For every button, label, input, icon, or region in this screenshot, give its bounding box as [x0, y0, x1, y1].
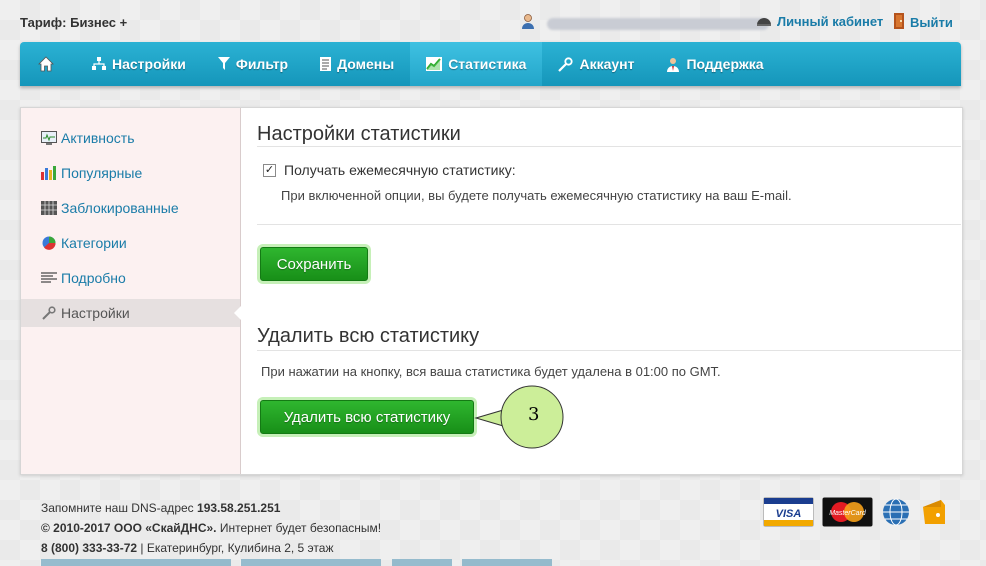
personal-cabinet-link[interactable]: Личный кабинет — [756, 13, 883, 30]
footer: Запомните наш DNS-адрес 193.58.251.251 ©… — [41, 498, 381, 558]
user-info[interactable] — [520, 13, 769, 34]
settings-title: Настройки статистики — [257, 123, 461, 145]
footer-address: | Екатеринбург, Кулибина 2, 5 этаж — [140, 541, 334, 555]
footer-links-cutoff — [41, 556, 601, 566]
sidebar-item-label: Категории — [61, 235, 127, 251]
cabinet-label: Личный кабинет — [777, 14, 884, 29]
step-callout-bubble — [474, 385, 564, 449]
step-callout-number: 3 — [528, 404, 540, 425]
main-nav: Настройки Фильтр Домены Статистика Аккау… — [20, 42, 961, 86]
nav-domains[interactable]: Домены — [304, 42, 410, 86]
nav-settings-label: Настройки — [112, 56, 186, 72]
webmoney-icon — [883, 498, 909, 526]
footer-contact-line: 8 (800) 333-33-72 | Екатеринбург, Кулиби… — [41, 538, 381, 558]
sidebar-item-label: Подробно — [61, 270, 126, 286]
footer-dns-line: Запомните наш DNS-адрес 193.58.251.251 — [41, 498, 381, 518]
sidebar-item-label: Настройки — [61, 305, 130, 321]
top-bar: Тариф: Бизнес + Личный кабинет Выйти — [0, 0, 986, 42]
delete-title: Удалить всю статистику — [257, 325, 480, 347]
stats-sidebar: Активность Популярные Заблокированные Ка… — [21, 108, 241, 474]
pie-chart-icon — [42, 236, 56, 250]
nav-filter-label: Фильтр — [235, 56, 289, 72]
sidebar-item-popular[interactable]: Популярные — [21, 159, 240, 187]
list-lines-icon — [41, 272, 57, 283]
footer-link[interactable] — [391, 559, 452, 566]
door-icon — [893, 13, 905, 32]
nav-account-label: Аккаунт — [579, 56, 635, 72]
monthly-stats-hint: При включенной опции, вы будете получать… — [281, 188, 792, 203]
grid-block-icon — [41, 201, 57, 215]
monthly-stats-label: Получать ежемесячную статистику: — [284, 162, 516, 178]
footer-dns-text: Запомните наш DNS-адрес — [41, 501, 194, 515]
monthly-stats-checkbox-row[interactable]: ✓ Получать ежемесячную статистику: — [263, 162, 516, 178]
nav-filter[interactable]: Фильтр — [202, 42, 304, 86]
mastercard-icon: MasterCard — [822, 497, 873, 527]
wrench-icon — [558, 56, 574, 72]
sidebar-item-label: Заблокированные — [61, 200, 179, 216]
yandex-money-icon — [923, 500, 945, 524]
title-divider — [257, 146, 961, 147]
nav-domains-label: Домены — [337, 56, 395, 72]
section-divider — [257, 224, 961, 225]
payment-methods: VISA MasterCard — [763, 497, 957, 527]
funnel-icon — [217, 57, 230, 70]
footer-slogan: Интернет будет безопасным! — [219, 521, 382, 535]
chart-icon — [426, 57, 443, 71]
sidebar-item-label: Активность — [61, 130, 135, 146]
delete-hint: При нажатии на кнопку, вся ваша статисти… — [261, 364, 721, 379]
footer-copyright-line: © 2010-2017 ООО «СкайДНС». Интернет буде… — [41, 518, 381, 538]
nav-statistics-label: Статистика — [448, 56, 527, 72]
footer-link[interactable] — [41, 559, 231, 566]
support-person-icon — [667, 57, 680, 72]
tariff-label: Тариф: Бизнес + — [20, 15, 128, 30]
sidebar-item-activity[interactable]: Активность — [21, 124, 240, 152]
save-button[interactable]: Сохранить — [260, 247, 368, 281]
sidebar-item-settings[interactable]: Настройки — [21, 299, 241, 327]
footer-phone: 8 (800) 333-33-72 — [41, 541, 138, 555]
logout-link[interactable]: Выйти — [893, 13, 953, 32]
nav-account[interactable]: Аккаунт — [542, 42, 650, 86]
nav-settings[interactable]: Настройки — [76, 42, 202, 86]
logout-label: Выйти — [910, 15, 953, 30]
monthly-stats-checkbox[interactable]: ✓ — [263, 163, 276, 177]
user-email-redacted — [547, 17, 769, 30]
nav-support-label: Поддержка — [686, 56, 764, 72]
activity-monitor-icon — [41, 131, 57, 145]
sidebar-item-detailed[interactable]: Подробно — [21, 264, 240, 292]
document-icon — [320, 57, 332, 71]
delete-all-stats-button[interactable]: Удалить всю статистику — [260, 400, 474, 434]
sitemap-icon — [92, 57, 106, 70]
footer-dns-ip: 193.58.251.251 — [197, 501, 281, 515]
delete-title-divider — [257, 350, 961, 351]
footer-link[interactable] — [241, 559, 382, 566]
sidebar-item-categories[interactable]: Категории — [21, 229, 240, 257]
user-avatar-icon — [520, 13, 536, 34]
cabinet-icon — [756, 13, 772, 30]
wrench-icon — [42, 306, 56, 320]
nav-home[interactable] — [20, 42, 76, 86]
footer-link[interactable] — [462, 559, 553, 566]
svg-text:VISA: VISA — [776, 508, 802, 520]
nav-support[interactable]: Поддержка — [650, 42, 779, 86]
svg-text:MasterCard: MasterCard — [829, 510, 867, 517]
nav-statistics[interactable]: Статистика — [410, 42, 543, 86]
sidebar-item-blocked[interactable]: Заблокированные — [21, 194, 240, 222]
sidebar-item-label: Популярные — [61, 165, 143, 181]
bar-chart-icon — [41, 166, 56, 180]
visa-icon: VISA — [763, 497, 814, 527]
footer-copyright: © 2010-2017 ООО «СкайДНС». — [41, 521, 217, 535]
home-icon — [38, 56, 54, 72]
